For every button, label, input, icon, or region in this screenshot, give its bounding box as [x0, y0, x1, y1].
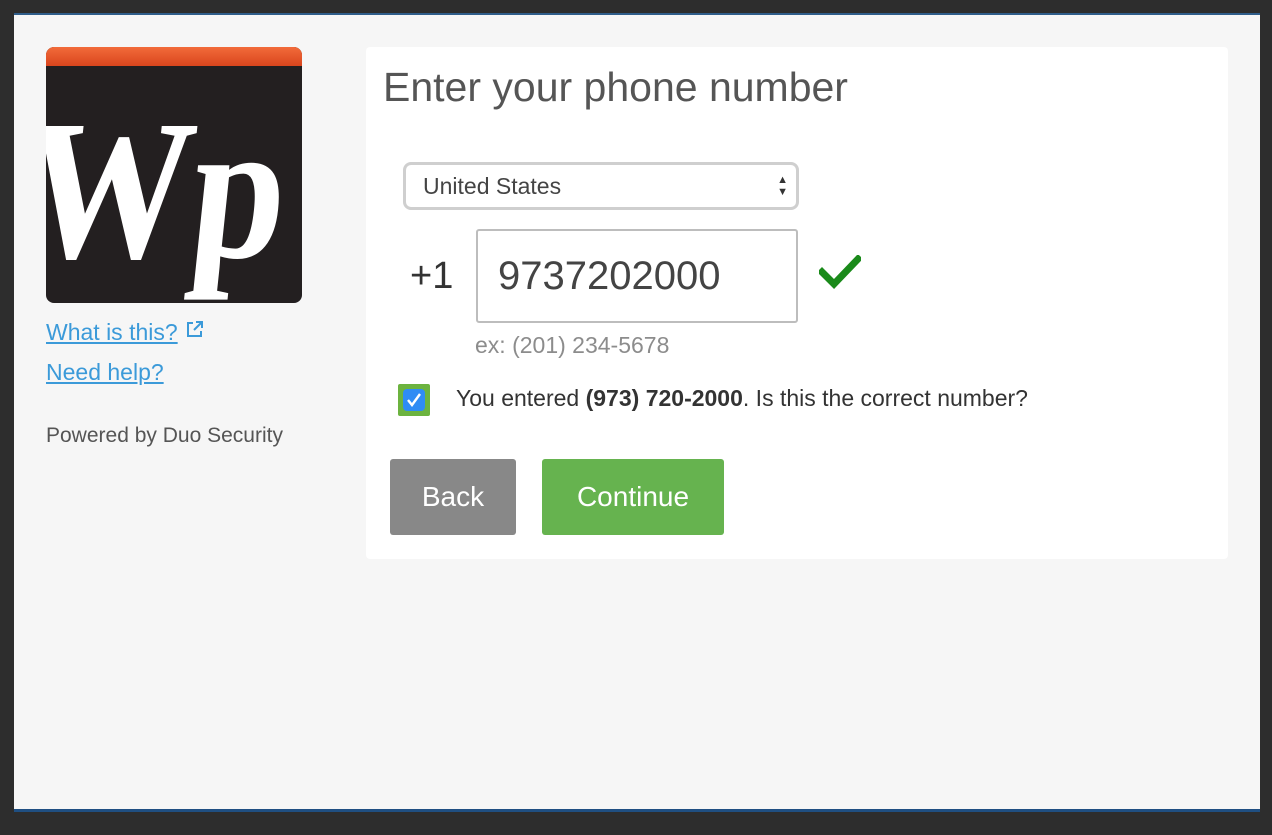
checkbox-fill: [403, 389, 425, 411]
checkmark-icon: [819, 255, 861, 289]
page-title: Enter your phone number: [383, 64, 848, 110]
country-select-value: United States: [423, 173, 562, 199]
organization-logo: Wp: [46, 47, 302, 303]
what-is-this-label: What is this?: [46, 319, 178, 345]
confirm-number-label: You entered (973) 720-2000. Is this the …: [456, 385, 1028, 412]
external-link-icon: [186, 321, 203, 337]
bottom-border: [14, 809, 1260, 812]
checkbox-check-icon: [407, 393, 421, 407]
confirm-number-checkbox[interactable]: [398, 384, 430, 416]
svg-text:Wp: Wp: [46, 79, 299, 300]
duo-prompt-page: Wp What is this? Need help? Powered by D…: [14, 15, 1260, 809]
powered-by-text: Powered by Duo Security: [46, 424, 283, 447]
what-is-this-link[interactable]: What is this?: [46, 319, 204, 346]
select-arrows-icon: ▲ ▼: [777, 174, 788, 198]
country-code: +1: [410, 255, 454, 297]
country-select[interactable]: United States ▲ ▼: [403, 162, 799, 210]
confirm-text-before: You entered: [456, 385, 586, 411]
enrollment-card: Enter your phone number United States ▲ ▼…: [366, 47, 1228, 559]
continue-button[interactable]: Continue: [542, 459, 724, 535]
phone-example-hint: ex: (201) 234-5678: [475, 332, 670, 358]
window-frame: Wp What is this? Need help? Powered by D…: [0, 0, 1272, 835]
confirm-phone-number: (973) 720-2000: [585, 385, 743, 411]
phone-number-input[interactable]: [476, 229, 798, 323]
need-help-link[interactable]: Need help?: [46, 359, 164, 386]
confirm-text-after: . Is this the correct number?: [742, 385, 1028, 411]
back-button[interactable]: Back: [390, 459, 516, 535]
wp-logo-mark: Wp: [46, 79, 299, 300]
